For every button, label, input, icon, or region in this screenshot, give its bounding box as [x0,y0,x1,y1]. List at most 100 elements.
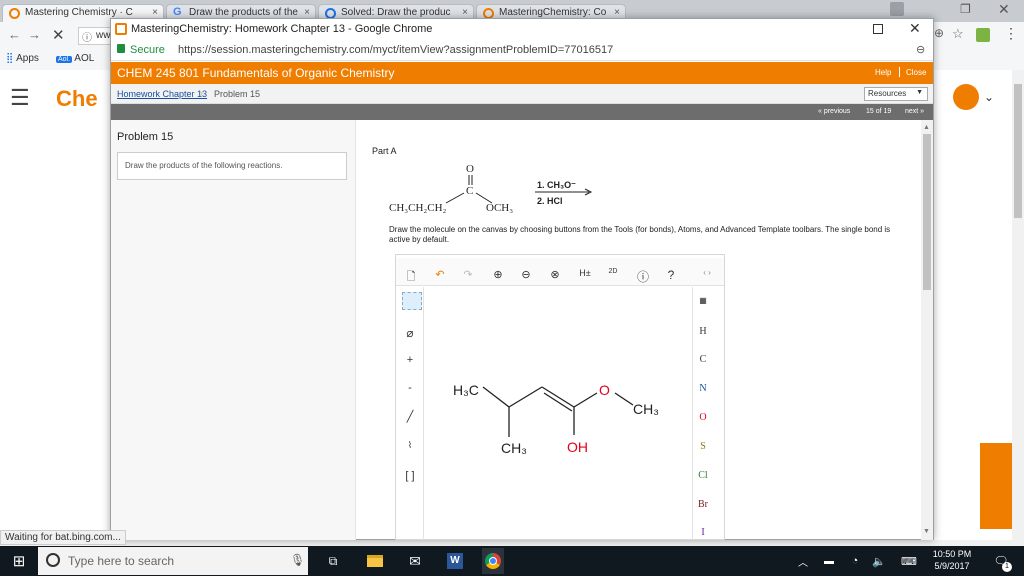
reagent-step-2: 2. HCl [537,196,563,206]
molecule-h3c: H₃C [453,382,479,398]
help-link[interactable]: Help [875,68,891,77]
restore-icon[interactable]: ❐ [960,2,971,16]
breadcrumb-link[interactable]: Homework Chapter 13 [117,89,207,99]
redo-icon[interactable]: ↷ [460,268,476,281]
file-explorer-icon[interactable] [364,548,386,574]
windows-start-icon[interactable]: ⊞ [8,548,30,574]
reactant-right: OCH₃ [486,202,514,214]
popup-close-icon[interactable]: ✕ [909,20,921,37]
url-text[interactable]: https://session.masteringchemistry.com/m… [178,44,613,56]
aol-badge: Aol. [56,56,73,63]
popup-scrollbar-thumb[interactable] [923,134,931,290]
battery-icon[interactable]: ▬ [820,548,838,574]
atom-s[interactable]: S [693,441,713,452]
part-label: Part A [372,146,397,156]
maximize-icon[interactable] [873,24,883,34]
atom-i[interactable]: I [693,527,713,538]
negative-charge-icon[interactable]: - [402,382,418,394]
eraser-tool-icon[interactable]: ⌀ [402,326,418,340]
problem-sidebar [111,120,356,540]
toolbar-expand-icon[interactable]: ‹ › [699,268,715,277]
outer-scrollbar-thumb[interactable] [1014,84,1022,218]
volume-icon[interactable]: 🔈 [870,548,888,574]
molecule-ch3-right: CH₃ [633,401,659,417]
header-divider [899,67,900,77]
h-toggle-button[interactable]: H± [575,268,595,278]
background-brand: Che [56,86,98,111]
notification-badge: 1 [1002,562,1012,572]
hamburger-menu-icon[interactable]: ☰ [10,85,30,111]
previous-link[interactable]: « previous [818,108,850,115]
zoom-out-icon[interactable]: ⊖ [518,268,534,281]
zoom-icon[interactable]: ⊕ [934,26,944,40]
periodic-table-icon[interactable]: ▦ [693,296,713,305]
task-view-icon[interactable]: ⧉ [322,548,344,574]
secure-label: Secure [130,44,165,56]
lock-icon [117,44,125,53]
mail-icon[interactable]: ✉ [404,548,426,574]
orange-block [980,443,1012,529]
apps-grid-icon: ⣿ [6,53,14,64]
2d-view-button[interactable]: 2D [605,268,621,275]
user-avatar[interactable] [953,84,979,110]
clock[interactable]: 10:50 PM 5/9/2017 [930,548,974,572]
atom-c[interactable]: C [693,354,713,365]
position-indicator: 15 of 19 [866,108,892,115]
apps-bookmark[interactable]: ⣿ Apps [6,53,39,64]
microphone-icon: 🎙 [290,553,306,567]
close-icon[interactable]: × [152,7,158,18]
scroll-down-icon[interactable]: ▼ [923,528,930,535]
info-icon: ⓘ [82,33,92,44]
mastering-chemistry-icon [115,23,127,35]
info-icon[interactable]: ⓘ [635,268,651,285]
undo-icon[interactable]: ↶ [432,268,448,281]
atom-br[interactable]: Br [693,499,713,510]
dropdown-arrow-icon: ▼ [916,89,923,96]
tray-chevron-icon[interactable]: ︿ [796,548,810,574]
chrome-icon[interactable] [482,548,504,574]
back-icon[interactable]: ← [8,27,21,42]
single-bond-icon[interactable]: ╱ [402,410,418,423]
aol-bookmark[interactable]: Aol. AOL [56,53,94,64]
keyboard-icon[interactable]: ⌨ [898,548,920,574]
close-link[interactable]: Close [906,68,926,77]
close-page-icon[interactable]: ✕ [52,26,65,44]
atom-o[interactable]: O [693,412,713,423]
profile-icon[interactable] [890,2,904,16]
template-bracket-icon[interactable]: [ ] [402,470,418,482]
chevron-down-icon[interactable]: ⌄ [984,90,994,104]
menu-kebab-icon[interactable]: ⋮ [1004,25,1018,42]
chain-tool-icon[interactable]: ⌇ [402,440,418,451]
word-icon[interactable]: W [444,548,466,574]
molecule-o: O [599,382,610,398]
positive-charge-icon[interactable]: + [402,354,418,366]
wifi-icon[interactable]: ◔ [846,548,864,574]
zoom-fit-icon[interactable]: ⊗ [547,268,563,281]
action-center-icon[interactable]: 🗨 1 [988,548,1014,574]
next-link[interactable]: next » [905,108,924,115]
tab-title: Mastering Chemistry · C [25,7,133,18]
taskbar-search[interactable]: Type here to search 🎙 [38,547,308,575]
scroll-up-icon[interactable]: ▲ [923,124,930,131]
zoom-in-icon[interactable]: ⊕ [490,268,506,281]
atom-n[interactable]: N [693,383,713,394]
close-icon[interactable]: × [462,7,468,18]
close-icon[interactable]: × [304,7,310,18]
resources-dropdown[interactable]: Resources ▼ [864,87,928,101]
popup-zoom-icon[interactable]: ⊖ [916,43,925,56]
window-close-icon[interactable]: ✕ [998,1,1010,18]
new-page-icon[interactable]: 🗋 [403,268,419,287]
atom-cl[interactable]: Cl [693,470,713,481]
close-icon[interactable]: × [614,7,620,18]
help-icon[interactable]: ? [663,268,679,282]
atom-h[interactable]: H [693,326,713,337]
extension-icon[interactable] [976,28,990,42]
star-icon[interactable]: ☆ [952,26,964,42]
forward-icon[interactable]: → [28,27,41,42]
omnibox-text: ww [96,30,111,41]
select-tool-icon[interactable] [402,292,422,310]
clock-time: 10:50 PM [932,549,972,559]
tab-title: Draw the products of the [189,7,298,18]
mastering-chemistry-icon [9,8,20,19]
cortana-circle-icon [46,553,60,567]
